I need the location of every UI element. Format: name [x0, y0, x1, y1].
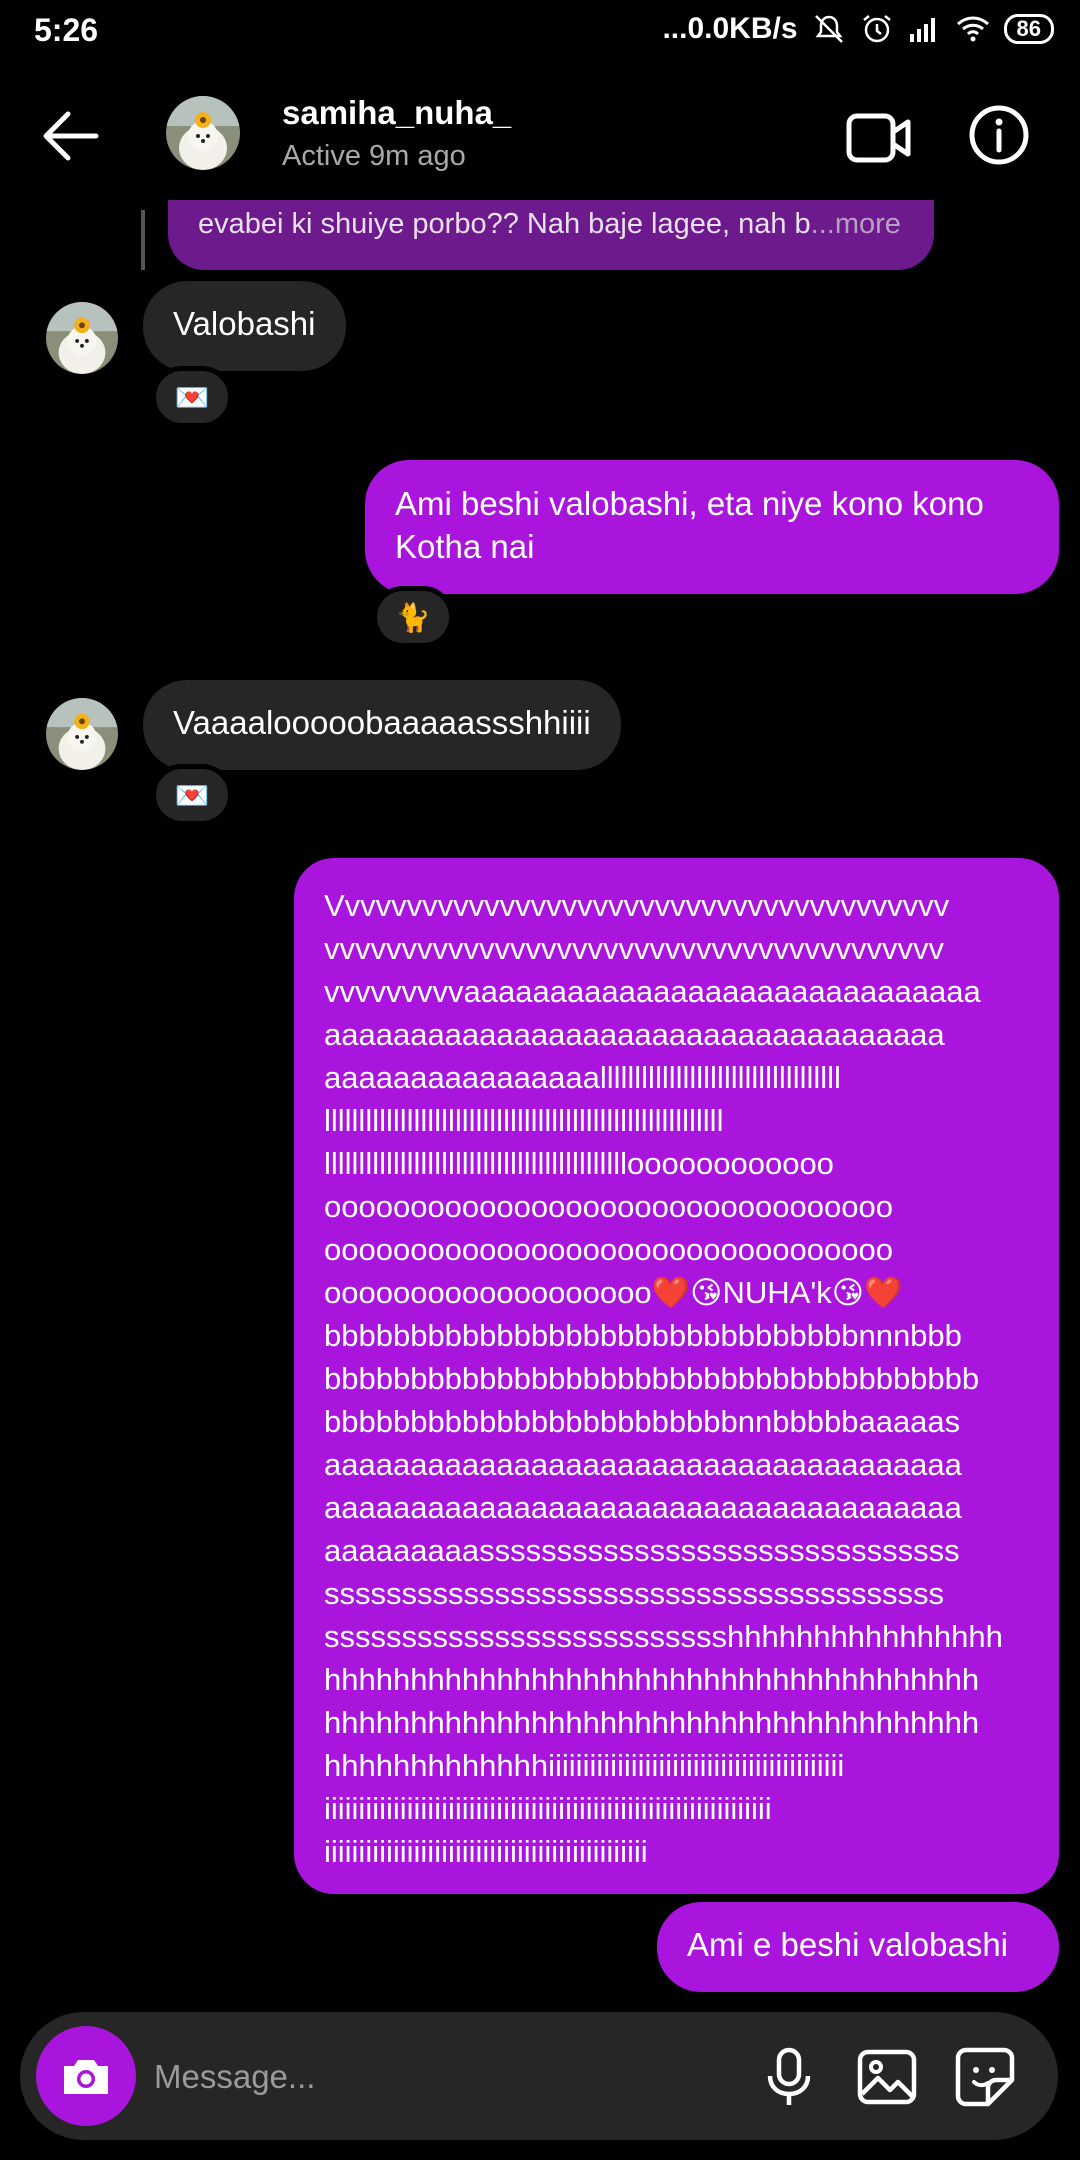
message-text-line: vvvvvvvvvvvvvvvvvvvvvvvvvvvvvvvvvvvvvvvv [324, 931, 944, 966]
message-text-line: ooooooooooooooooooooooooooooooooo [324, 1232, 893, 1267]
signal-icon [909, 18, 935, 42]
message-text-line: bbbbbbbbbbbbbbbbbbbbbbbbbbbbbbbnnnbbb [324, 1318, 962, 1353]
message-text-line: llllllllllllllllllllllllllllllllllllllll… [324, 1103, 724, 1138]
message-text-line: sssssssssssssssssssssssssshhhhhhhhhhhhhh… [324, 1619, 1003, 1654]
alarm-icon [862, 15, 891, 43]
message-text-line: aaaaaaaaasssssssssssssssssssssssssssssss [324, 1533, 960, 1568]
message-text-line: ooooooooooooooooooo❤️😘NUHA'k😘❤️ [324, 1275, 903, 1310]
message-text-line: Vvvvvvvvvvvvvvvvvvvvvvvvvvvvvvvvvvvvvvvv [324, 888, 950, 923]
message-list[interactable]: evabei ki shuiye porbo?? Nah baje lagee,… [0, 200, 1080, 2005]
quoted-message[interactable]: evabei ki shuiye porbo?? Nah baje lagee,… [168, 200, 934, 270]
avatar[interactable] [46, 698, 118, 770]
love-letter-icon: 💌 [174, 381, 210, 413]
status-time: 5:26 [34, 12, 99, 48]
message-text-line: iiiiiiiiiiiiiiiiiiiiiiiiiiiiiiiiiiiiiiii… [324, 1791, 772, 1826]
camera-button[interactable] [36, 2026, 136, 2126]
reply-indicator [141, 210, 145, 270]
message-text-line: vvvvvvvvvaaaaaaaaaaaaaaaaaaaaaaaaaaaaaa [324, 974, 981, 1009]
quoted-text: evabei ki shuiye porbo?? Nah baje lagee,… [198, 208, 811, 240]
info-icon[interactable] [968, 104, 1030, 166]
outgoing-message[interactable]: Ami e beshi valobashi [657, 1902, 1059, 1992]
message-text: Vaaaalooooobaaaaassshhiiii [173, 704, 591, 741]
wifi-icon [956, 16, 989, 42]
message-text-line: hhhhhhhhhhhhhhhhhhhhhhhhhhhhhhhhhhhhhh [324, 1705, 980, 1740]
outgoing-message[interactable]: Vvvvvvvvvvvvvvvvvvvvvvvvvvvvvvvvvvvvvvvv… [294, 858, 1059, 1894]
message-text-line: ssssssssssssssssssssssssssssssssssssssss [324, 1576, 944, 1611]
message-text-line: aaaaaaaaaaaaaaaaaaaaaaaaaaaaaaaaaaaaa [324, 1447, 962, 1482]
gallery-icon[interactable] [856, 2046, 918, 2108]
camera-icon [64, 2060, 108, 2094]
message-text-line: ooooooooooooooooooooooooooooooooo [324, 1189, 893, 1224]
message-text-line: hhhhhhhhhhhhhhhhhhhhhhhhhhhhhhhhhhhhhh [324, 1662, 980, 1697]
message-input[interactable] [152, 2042, 716, 2112]
message-text-line: bbbbbbbbbbbbbbbbbbbbbbbbnnbbbbbaaaaas [324, 1404, 961, 1439]
active-status: Active 9m ago [282, 140, 466, 172]
dog-avatar-icon [166, 96, 240, 170]
love-letter-icon: 💌 [174, 779, 210, 811]
microphone-icon[interactable] [758, 2046, 820, 2108]
incoming-message[interactable]: Vaaaalooooobaaaaassshhiiii [143, 680, 621, 770]
status-bar: 5:26 ...0.0KB/s 86 [0, 0, 1080, 62]
avatar[interactable] [166, 96, 240, 170]
contact-username[interactable]: samiha_nuha_ [282, 94, 511, 132]
outgoing-message[interactable]: Ami beshi valobashi, eta niye kono kono … [365, 460, 1059, 594]
dog-avatar-icon [46, 698, 118, 770]
network-speed: ...0.0KB/s [662, 12, 798, 45]
message-text-line: aaaaaaaaaaaaaaaallllllllllllllllllllllll… [324, 1060, 841, 1095]
message-text-line: Kotha nai [395, 528, 535, 565]
reaction-badge[interactable]: 💌 [151, 764, 233, 826]
message-text: Ami e beshi valobashi [687, 1926, 1009, 1963]
status-icons: ...0.0KB/s 86 [662, 12, 1054, 46]
more-link[interactable]: ...more [811, 208, 901, 240]
message-text: Valobashi [173, 305, 316, 342]
message-text-line: Ami beshi valobashi, eta niye kono kono [395, 485, 984, 522]
chat-header: samiha_nuha_ Active 9m ago [0, 80, 1080, 200]
dog-avatar-icon [46, 302, 118, 374]
incoming-message[interactable]: Valobashi [143, 281, 346, 371]
message-text-line: bbbbbbbbbbbbbbbbbbbbbbbbbbbbbbbbbbbbbb [324, 1361, 980, 1396]
reaction-badge[interactable]: 💌 [151, 366, 233, 428]
message-text-line: aaaaaaaaaaaaaaaaaaaaaaaaaaaaaaaaaaaa [324, 1017, 945, 1052]
message-text-line: iiiiiiiiiiiiiiiiiiiiiiiiiiiiiiiiiiiiiiii… [324, 1834, 648, 1869]
mute-icon [814, 15, 843, 43]
avatar[interactable] [46, 302, 118, 374]
video-camera-icon[interactable] [846, 110, 912, 166]
reaction-badge[interactable]: 🐈 [372, 586, 454, 648]
battery-icon: 86 [1003, 14, 1054, 44]
message-text-line: llllllllllllllllllllllllllllllllllllllll… [324, 1146, 834, 1181]
message-text-line: hhhhhhhhhhhhhiiiiiiiiiiiiiiiiiiiiiiiiiii… [324, 1748, 845, 1783]
message-text-line: aaaaaaaaaaaaaaaaaaaaaaaaaaaaaaaaaaaaa [324, 1490, 962, 1525]
message-composer [20, 2012, 1058, 2140]
sticker-icon[interactable] [954, 2046, 1016, 2108]
cat-icon: 🐈 [395, 601, 431, 633]
back-arrow-icon[interactable] [38, 106, 104, 166]
